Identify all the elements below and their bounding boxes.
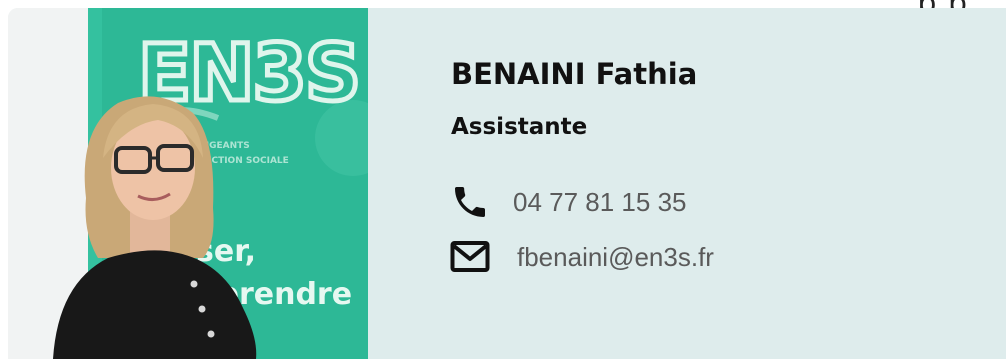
email-row[interactable]: fbenaini@en3s.fr <box>449 236 714 278</box>
person-role: Assistante <box>451 114 588 140</box>
phone-row[interactable]: 04 77 81 15 35 <box>449 181 687 223</box>
contact-card: EN3S DIRIGEANTS PROTECTION SOCIALE ser, … <box>8 8 1006 359</box>
mail-icon <box>449 236 491 278</box>
email-address[interactable]: fbenaini@en3s.fr <box>517 242 714 273</box>
phone-icon <box>449 181 491 223</box>
contact-info-panel: BENAINI Fathia Assistante 04 77 81 15 35… <box>368 8 1006 359</box>
portrait-image: EN3S DIRIGEANTS PROTECTION SOCIALE ser, … <box>8 8 368 359</box>
profile-photo: EN3S DIRIGEANTS PROTECTION SOCIALE ser, … <box>8 8 368 359</box>
person-name: BENAINI Fathia <box>451 57 698 91</box>
phone-number[interactable]: 04 77 81 15 35 <box>513 187 687 218</box>
